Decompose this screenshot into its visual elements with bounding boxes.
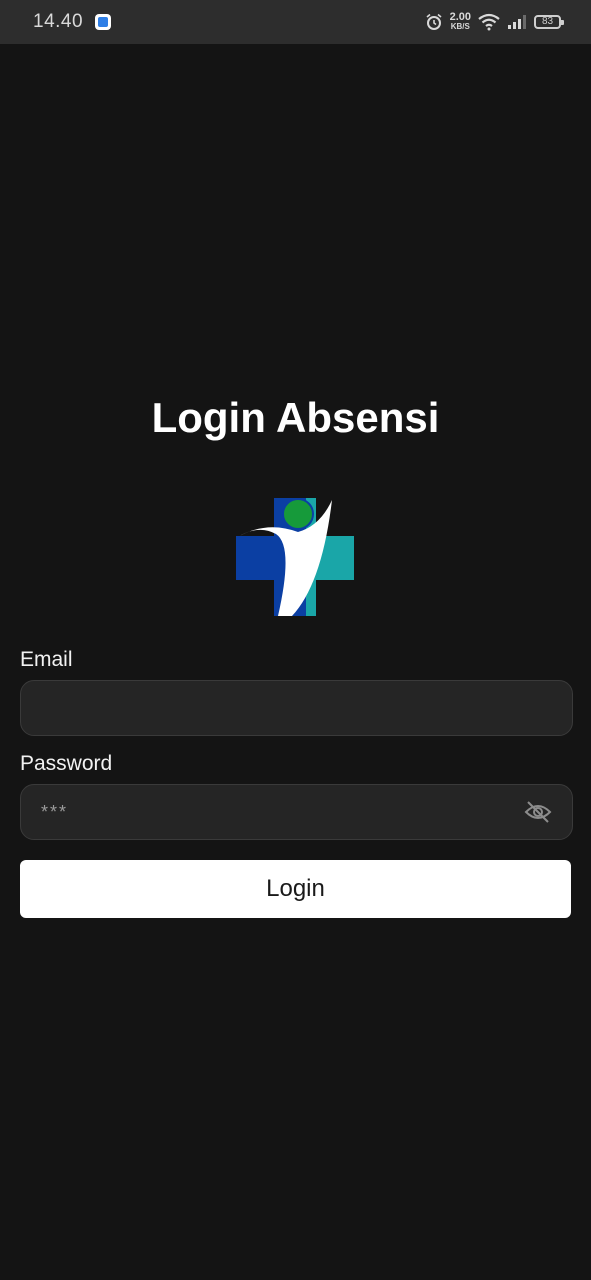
network-speed-value: 2.00 bbox=[449, 11, 471, 23]
password-visibility-toggle[interactable] bbox=[524, 798, 552, 826]
app-notification-icon bbox=[95, 14, 112, 30]
battery-indicator: 83 bbox=[534, 15, 564, 29]
signal-icon bbox=[508, 15, 526, 29]
health-cross-logo-icon bbox=[236, 498, 354, 616]
status-bar: 14.40 2.00 KB/S 83 bbox=[0, 0, 591, 44]
network-speed: 2.00 KB/S bbox=[449, 11, 471, 32]
login-button[interactable]: Login bbox=[20, 860, 571, 918]
network-speed-unit: KB/S bbox=[450, 22, 470, 31]
wifi-icon bbox=[478, 13, 500, 31]
password-value: *** bbox=[41, 801, 69, 822]
status-icons: 2.00 KB/S 83 bbox=[425, 11, 564, 32]
login-button-label: Login bbox=[266, 875, 325, 902]
password-label: Password bbox=[20, 752, 113, 775]
email-label: Email bbox=[20, 648, 73, 671]
password-field[interactable]: *** bbox=[20, 784, 573, 840]
eye-off-icon bbox=[524, 801, 552, 823]
page-title: Login Absensi bbox=[151, 394, 440, 441]
alarm-icon bbox=[426, 13, 442, 30]
email-field[interactable] bbox=[20, 680, 573, 736]
status-time: 14.40 bbox=[33, 11, 84, 32]
